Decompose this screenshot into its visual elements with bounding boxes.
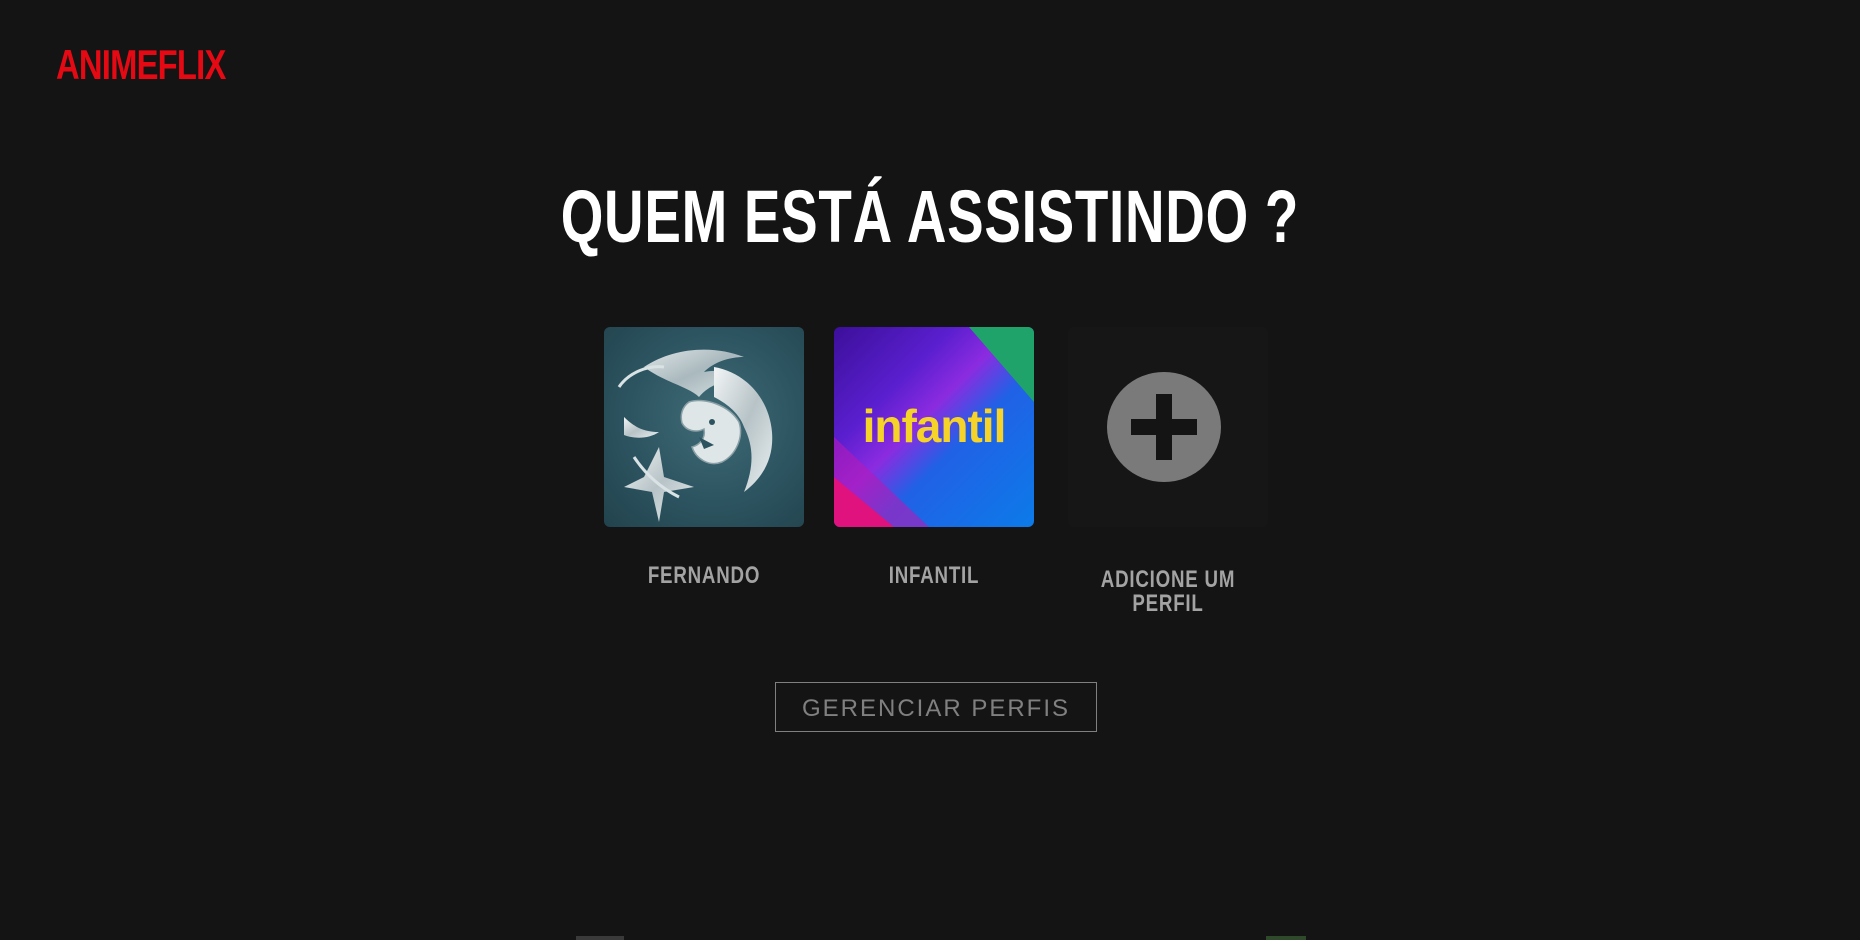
animeflix-logo[interactable]: ANIMEFLIX <box>56 44 226 86</box>
profile-name-fernando[interactable]: FERNANDO <box>584 564 824 588</box>
profile-select-page: ANIMEFLIX QUEM ESTÁ ASSISTINDO ? FERNAND… <box>0 0 1860 940</box>
profile-name-add[interactable]: ADICIONE UM PERFIL <box>1048 568 1288 616</box>
add-profile[interactable]: ADICIONE UM PERFIL <box>1048 327 1288 616</box>
bottom-edge-mark <box>576 936 624 940</box>
plus-circle-icon[interactable] <box>1107 372 1221 482</box>
kids-avatar-text: infantil <box>862 400 1007 452</box>
plus-vertical <box>1156 394 1172 460</box>
manage-profiles-button[interactable]: GERENCIAR PERFIS <box>775 682 1097 732</box>
bottom-edge-mark <box>1266 936 1306 940</box>
page-title: QUEM ESTÁ ASSISTINDO ? <box>0 180 1860 254</box>
kids-icon[interactable]: infantil <box>834 327 1034 527</box>
profile-list: FERNANDO infantil INFANTIL ADICIONE UM P… <box>0 327 1860 616</box>
profile-fernando[interactable]: FERNANDO <box>584 327 824 588</box>
wolf-medallion-icon[interactable] <box>604 327 804 527</box>
wolf-medallion-art <box>617 349 773 522</box>
add-profile-tile[interactable] <box>1068 327 1268 527</box>
profile-name-infantil[interactable]: INFANTIL <box>814 564 1054 588</box>
page-title-text: QUEM ESTÁ ASSISTINDO ? <box>560 175 1300 258</box>
profile-infantil[interactable]: infantil INFANTIL <box>814 327 1054 588</box>
